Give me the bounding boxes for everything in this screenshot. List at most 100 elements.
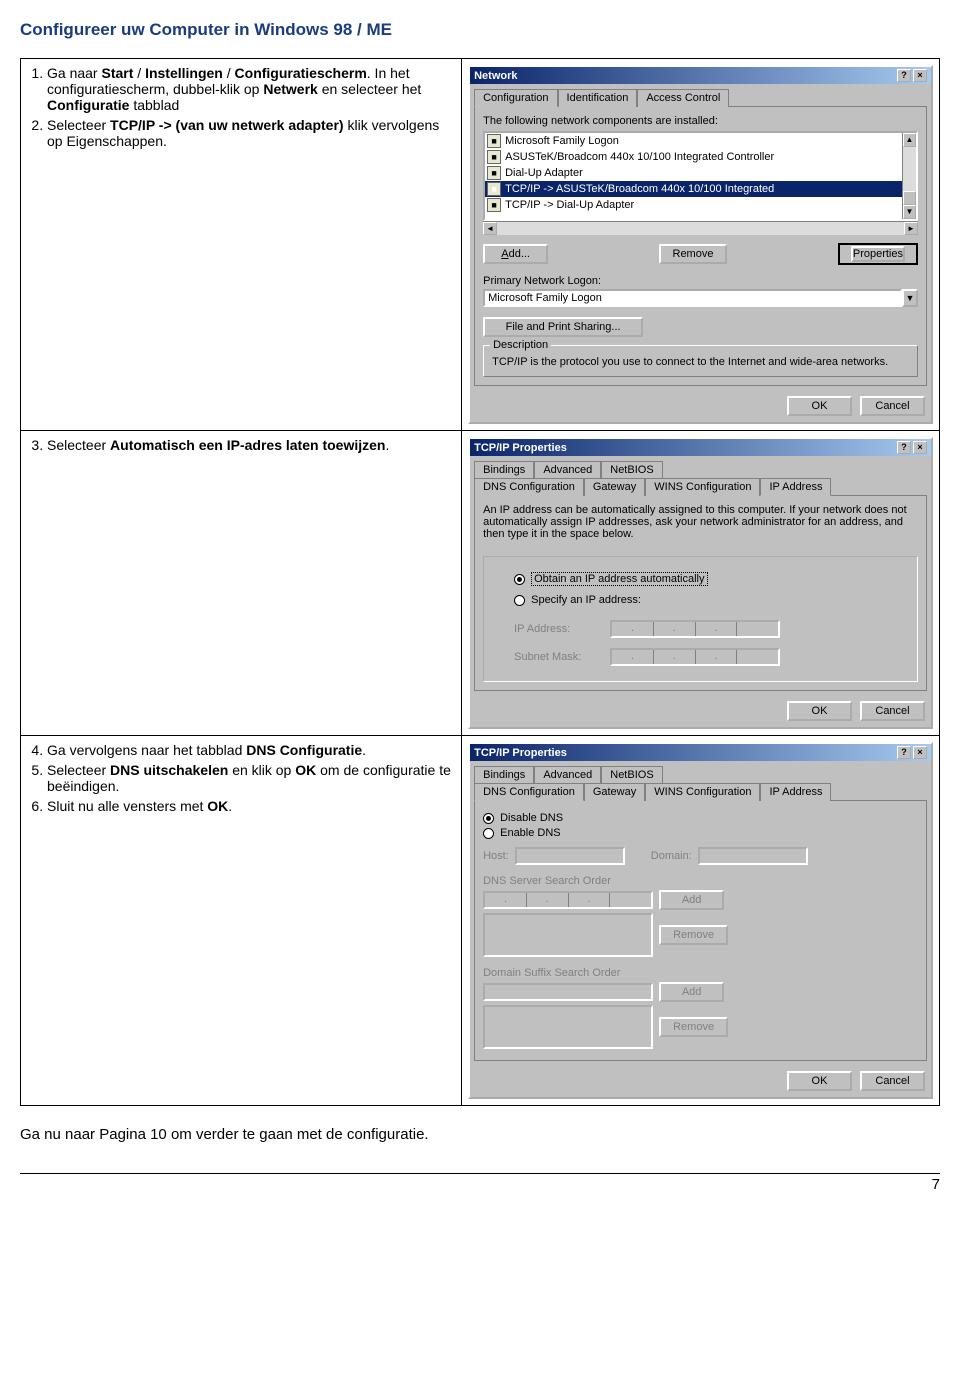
disable-dns-label: Disable DNS bbox=[500, 812, 563, 824]
step-3: Selecteer Automatisch een IP-adres laten… bbox=[47, 437, 455, 453]
list-item: Dial-Up Adapter bbox=[505, 167, 583, 179]
tab-dns-configuration[interactable]: DNS Configuration bbox=[474, 783, 584, 801]
file-print-sharing-button[interactable]: File and Print Sharing... bbox=[483, 317, 643, 337]
step-2: Selecteer TCP/IP -> (van uw netwerk adap… bbox=[47, 117, 455, 149]
step-5: Selecteer DNS uitschakelen en klik op OK… bbox=[47, 762, 455, 794]
dialog-title: TCP/IP Properties bbox=[474, 747, 567, 759]
chevron-down-icon[interactable]: ▼ bbox=[902, 289, 918, 307]
screenshot-cell-1: Network ? × Configuration Identification… bbox=[462, 59, 940, 431]
domain-suffix-field bbox=[483, 983, 653, 1001]
close-icon[interactable]: × bbox=[913, 746, 927, 759]
close-icon[interactable]: × bbox=[913, 441, 927, 454]
dns-order-label: DNS Server Search Order bbox=[483, 875, 918, 887]
step-1: Ga naar Start / Instellingen / Configura… bbox=[47, 65, 455, 113]
close-icon[interactable]: × bbox=[913, 69, 927, 82]
radio-specify[interactable]: Specify an IP address: bbox=[514, 594, 887, 606]
help-icon[interactable]: ? bbox=[897, 69, 911, 82]
dialog-title: Network bbox=[474, 70, 517, 82]
titlebar: TCP/IP Properties ? × bbox=[470, 439, 931, 456]
tab-wins[interactable]: WINS Configuration bbox=[645, 478, 760, 496]
domain-order-label: Domain Suffix Search Order bbox=[483, 967, 918, 979]
cancel-button[interactable]: Cancel bbox=[860, 701, 925, 721]
description-text: TCP/IP is the protocol you use to connec… bbox=[492, 356, 909, 368]
list-item: TCP/IP -> Dial-Up Adapter bbox=[505, 199, 634, 211]
tab-gateway[interactable]: Gateway bbox=[584, 783, 645, 801]
ip-address-label: IP Address: bbox=[514, 623, 604, 635]
step-6: Sluit nu alle vensters met OK. bbox=[47, 798, 455, 814]
tab-access-control[interactable]: Access Control bbox=[637, 89, 729, 107]
list-item: ASUSTeK/Broadcom 440x 10/100 Integrated … bbox=[505, 151, 774, 163]
ok-button[interactable]: OK bbox=[787, 396, 852, 416]
tab-ip-address[interactable]: IP Address bbox=[760, 783, 831, 801]
tab-ip-address[interactable]: IP Address bbox=[760, 478, 831, 496]
logon-combo[interactable]: Microsoft Family Logon ▼ bbox=[483, 289, 918, 307]
ok-button[interactable]: OK bbox=[787, 1071, 852, 1091]
steps-cell-1: Ga naar Start / Instellingen / Configura… bbox=[21, 59, 462, 431]
add-button[interactable]: AAdd...dd... bbox=[483, 244, 548, 264]
tab-wins[interactable]: WINS Configuration bbox=[645, 783, 760, 801]
components-listbox[interactable]: ■ Microsoft Family Logon ■ ASUSTeK/Broadco… bbox=[483, 131, 918, 221]
scrollbar-h[interactable]: ◄ ► bbox=[483, 221, 918, 235]
continue-text: Ga nu naar Pagina 10 om verder te gaan m… bbox=[20, 1126, 940, 1143]
steps-cell-3: Ga vervolgens naar het tabblad DNS Confi… bbox=[21, 736, 462, 1106]
domain-field bbox=[698, 847, 808, 865]
scroll-left-icon[interactable]: ◄ bbox=[483, 222, 497, 235]
domain-label: Domain: bbox=[651, 850, 692, 862]
radio-enable-dns[interactable]: Enable DNS bbox=[483, 827, 918, 839]
network-dialog: Network ? × Configuration Identification… bbox=[468, 65, 933, 424]
help-icon[interactable]: ? bbox=[897, 746, 911, 759]
scrollbar[interactable]: ▲ ▼ bbox=[902, 133, 916, 219]
logon-label: Primary Network Logon: bbox=[483, 275, 918, 287]
domain-add-button: Add bbox=[659, 982, 724, 1002]
tab-identification[interactable]: Identification bbox=[558, 89, 638, 107]
tab-advanced[interactable]: Advanced bbox=[534, 766, 601, 783]
screenshot-cell-3: TCP/IP Properties ? × Bindings Advanced … bbox=[462, 736, 940, 1106]
list-item-selected: TCP/IP -> ASUSTeK/Broadcom 440x 10/100 I… bbox=[505, 183, 774, 195]
obtain-auto-label: Obtain an IP address automatically bbox=[531, 572, 707, 586]
tcpip-icon: ■ bbox=[487, 182, 501, 196]
tab-netbios[interactable]: NetBIOS bbox=[601, 461, 662, 478]
radio-icon bbox=[483, 813, 494, 824]
radio-disable-dns[interactable]: Disable DNS bbox=[483, 812, 918, 824]
cancel-button[interactable]: Cancel bbox=[860, 1071, 925, 1091]
tab-advanced[interactable]: Advanced bbox=[534, 461, 601, 478]
subnet-mask-label: Subnet Mask: bbox=[514, 651, 604, 663]
ip-address-field: ... bbox=[610, 620, 780, 638]
domain-remove-button: Remove bbox=[659, 1017, 728, 1037]
scroll-up-icon[interactable]: ▲ bbox=[903, 133, 916, 147]
scroll-down-icon[interactable]: ▼ bbox=[903, 205, 916, 219]
logon-icon: ■ bbox=[487, 134, 501, 148]
dns-ip-field: ... bbox=[483, 891, 653, 909]
dns-list bbox=[483, 913, 653, 957]
properties-button[interactable]: Properties bbox=[838, 243, 918, 265]
radio-icon bbox=[514, 595, 525, 606]
tab-bindings[interactable]: Bindings bbox=[474, 766, 534, 783]
list-item: Microsoft Family Logon bbox=[505, 135, 619, 147]
dialog-title: TCP/IP Properties bbox=[474, 442, 567, 454]
subnet-mask-field: ... bbox=[610, 648, 780, 666]
help-icon[interactable]: ? bbox=[897, 441, 911, 454]
tcpip-icon: ■ bbox=[487, 198, 501, 212]
dns-add-button: Add bbox=[659, 890, 724, 910]
logon-value: Microsoft Family Logon bbox=[483, 289, 902, 307]
tab-dns-configuration[interactable]: DNS Configuration bbox=[474, 478, 584, 496]
adapter-icon: ■ bbox=[487, 166, 501, 180]
scroll-right-icon[interactable]: ► bbox=[904, 222, 918, 235]
tab-netbios[interactable]: NetBIOS bbox=[601, 766, 662, 783]
tcpip-properties-dialog-dns: TCP/IP Properties ? × Bindings Advanced … bbox=[468, 742, 933, 1099]
radio-obtain-auto[interactable]: Obtain an IP address automatically bbox=[514, 572, 887, 586]
tab-configuration[interactable]: Configuration bbox=[474, 89, 557, 107]
remove-button[interactable]: Remove bbox=[659, 244, 728, 264]
instruction-table: Ga naar Start / Instellingen / Configura… bbox=[20, 58, 940, 1106]
dns-remove-button: Remove bbox=[659, 925, 728, 945]
ok-button[interactable]: OK bbox=[787, 701, 852, 721]
page-number: 7 bbox=[20, 1173, 940, 1193]
screenshot-cell-2: TCP/IP Properties ? × Bindings Advanced … bbox=[462, 431, 940, 736]
tab-gateway[interactable]: Gateway bbox=[584, 478, 645, 496]
scroll-thumb[interactable] bbox=[903, 191, 916, 205]
step-4: Ga vervolgens naar het tabblad DNS Confi… bbox=[47, 742, 455, 758]
tab-bindings[interactable]: Bindings bbox=[474, 461, 534, 478]
enable-dns-label: Enable DNS bbox=[500, 827, 561, 839]
steps-cell-2: Selecteer Automatisch een IP-adres laten… bbox=[21, 431, 462, 736]
cancel-button[interactable]: Cancel bbox=[860, 396, 925, 416]
